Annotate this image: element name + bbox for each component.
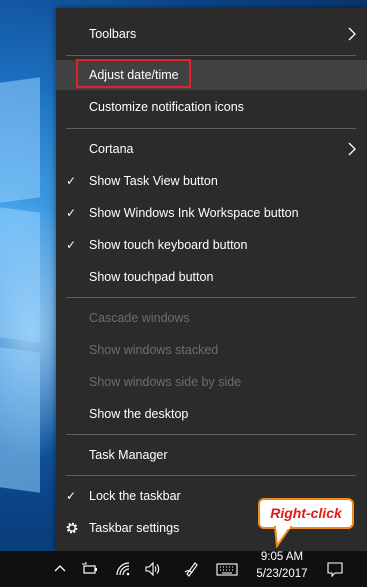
menu-item-label: Show windows stacked [89, 343, 219, 357]
chevron-right-icon [348, 27, 356, 41]
menu-item-label: Show touch keyboard button [89, 238, 248, 252]
wifi-icon[interactable] [114, 560, 132, 578]
wallpaper-window-pane [0, 347, 40, 493]
menu-item-label: Show Task View button [89, 174, 218, 188]
menu-item-label: Show windows side by side [89, 375, 242, 389]
wallpaper-window-pane [0, 77, 40, 203]
menu-item-show-task-view[interactable]: ✓ Show Task View button [56, 166, 367, 196]
menu-item-show-windows-stacked: Show windows stacked [56, 335, 367, 365]
menu-item-label: Taskbar settings [89, 521, 180, 535]
menu-item-label: Cortana [89, 142, 134, 156]
menu-item-toolbars[interactable]: Toolbars [56, 19, 367, 49]
check-icon: ✓ [66, 174, 77, 188]
menu-item-cortana[interactable]: Cortana [56, 134, 367, 164]
chevron-right-icon [348, 142, 356, 156]
power-icon[interactable] [81, 560, 99, 578]
menu-item-label: Show Windows Ink Workspace button [89, 206, 299, 220]
menu-item-show-ink-workspace[interactable]: ✓ Show Windows Ink Workspace button [56, 198, 367, 228]
menu-item-label: Task Manager [89, 448, 168, 462]
menu-item-show-touch-keyboard[interactable]: ✓ Show touch keyboard button [56, 230, 367, 260]
gear-icon [66, 522, 78, 534]
pen-icon[interactable] [183, 560, 201, 578]
callout-pointer [273, 526, 293, 548]
menu-item-show-touchpad[interactable]: Show touchpad button [56, 262, 367, 292]
menu-item-label: Show the desktop [89, 407, 189, 421]
wallpaper-window-pane [0, 207, 40, 343]
menu-item-task-manager[interactable]: Task Manager [56, 440, 367, 470]
menu-separator [66, 297, 356, 298]
highlight-box [76, 59, 191, 88]
menu-item-cascade-windows: Cascade windows [56, 303, 367, 333]
check-icon: ✓ [66, 489, 77, 503]
taskbar-clock[interactable]: 9:05 AM 5/23/2017 [250, 551, 314, 587]
chevron-up-icon[interactable] [51, 560, 69, 578]
menu-item-customize-notification-icons[interactable]: Customize notification icons [56, 92, 367, 122]
menu-separator [66, 128, 356, 129]
menu-item-label: Show touchpad button [89, 270, 214, 284]
taskbar[interactable]: 9:05 AM 5/23/2017 [0, 551, 367, 587]
menu-separator [66, 55, 356, 56]
menu-separator [66, 434, 356, 435]
menu-item-label: Toolbars [89, 27, 137, 41]
menu-item-label: Customize notification icons [89, 100, 244, 114]
notification-icon[interactable] [326, 560, 344, 578]
right-click-callout: Right-click [258, 498, 354, 529]
keyboard-icon[interactable] [216, 560, 238, 578]
taskbar-context-menu: Toolbars Adjust date/time Customize noti… [56, 8, 367, 551]
clock-date: 5/23/2017 [256, 568, 308, 580]
menu-item-label: Lock the taskbar [89, 489, 181, 503]
volume-icon[interactable] [144, 560, 162, 578]
clock-time: 9:05 AM [260, 551, 304, 563]
menu-separator [66, 475, 356, 476]
menu-item-show-desktop[interactable]: Show the desktop [56, 399, 367, 429]
menu-item-label: Cascade windows [89, 311, 190, 325]
check-icon: ✓ [66, 238, 77, 252]
check-icon: ✓ [66, 206, 77, 220]
menu-item-show-windows-side-by-side: Show windows side by side [56, 367, 367, 397]
